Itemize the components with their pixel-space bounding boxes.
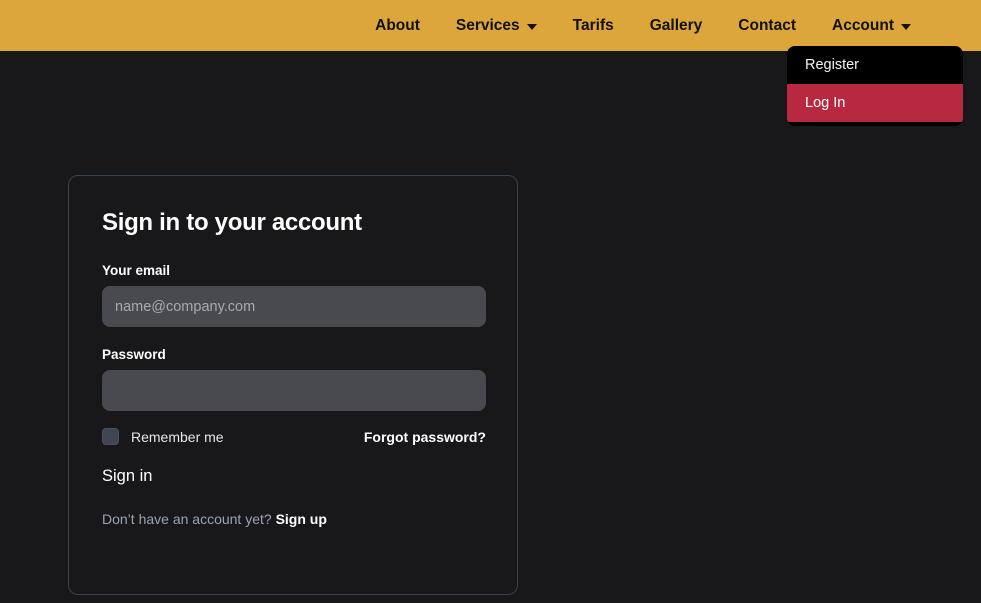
remember-me-control[interactable]: Remember me — [102, 428, 224, 445]
dropdown-item-log-in[interactable]: Log In — [787, 84, 963, 122]
remember-me-label: Remember me — [131, 428, 224, 445]
nav-item-about[interactable]: About — [357, 0, 438, 51]
nav-list: About Services Tarifs Gallery Contact Ac… — [357, 0, 981, 51]
password-field[interactable] — [102, 370, 486, 411]
nav-item-label: Tarifs — [572, 17, 614, 34]
nav-item-gallery[interactable]: Gallery — [632, 0, 721, 51]
nav-item-account[interactable]: Account — [814, 0, 929, 51]
chevron-down-icon — [901, 23, 911, 30]
sign-in-button[interactable]: Sign in — [102, 467, 152, 486]
nav-item-label: Services — [455, 17, 520, 34]
password-label: Password — [102, 347, 166, 362]
email-label: Your email — [102, 263, 171, 278]
password-field-group: Password — [102, 347, 486, 411]
nav-item-label: Account — [832, 17, 894, 34]
sign-up-link[interactable]: Sign up — [276, 511, 327, 527]
nav-item-tarifs[interactable]: Tarifs — [555, 0, 632, 51]
email-field[interactable] — [102, 286, 486, 327]
top-navbar: About Services Tarifs Gallery Contact Ac… — [0, 0, 981, 51]
page-title: Sign in to your account — [102, 209, 362, 236]
signup-prompt: Don’t have an account yet? Sign up — [102, 511, 484, 527]
account-dropdown-menu: Register Log In — [787, 46, 963, 126]
signup-prompt-text: Don’t have an account yet? — [102, 511, 272, 527]
signin-card: Sign in to your account Your email Passw… — [68, 175, 518, 595]
nav-item-services[interactable]: Services — [438, 0, 555, 51]
options-row: Remember me Forgot password? — [102, 428, 486, 445]
nav-item-label: About — [375, 17, 420, 34]
chevron-down-icon — [526, 23, 537, 30]
email-field-group: Your email — [102, 263, 486, 327]
nav-item-label: Gallery — [649, 17, 703, 34]
remember-me-checkbox[interactable] — [102, 428, 119, 445]
nav-item-contact[interactable]: Contact — [720, 0, 814, 51]
forgot-password-link[interactable]: Forgot password? — [364, 429, 486, 445]
nav-item-label: Contact — [738, 17, 796, 34]
dropdown-item-register[interactable]: Register — [787, 46, 963, 84]
